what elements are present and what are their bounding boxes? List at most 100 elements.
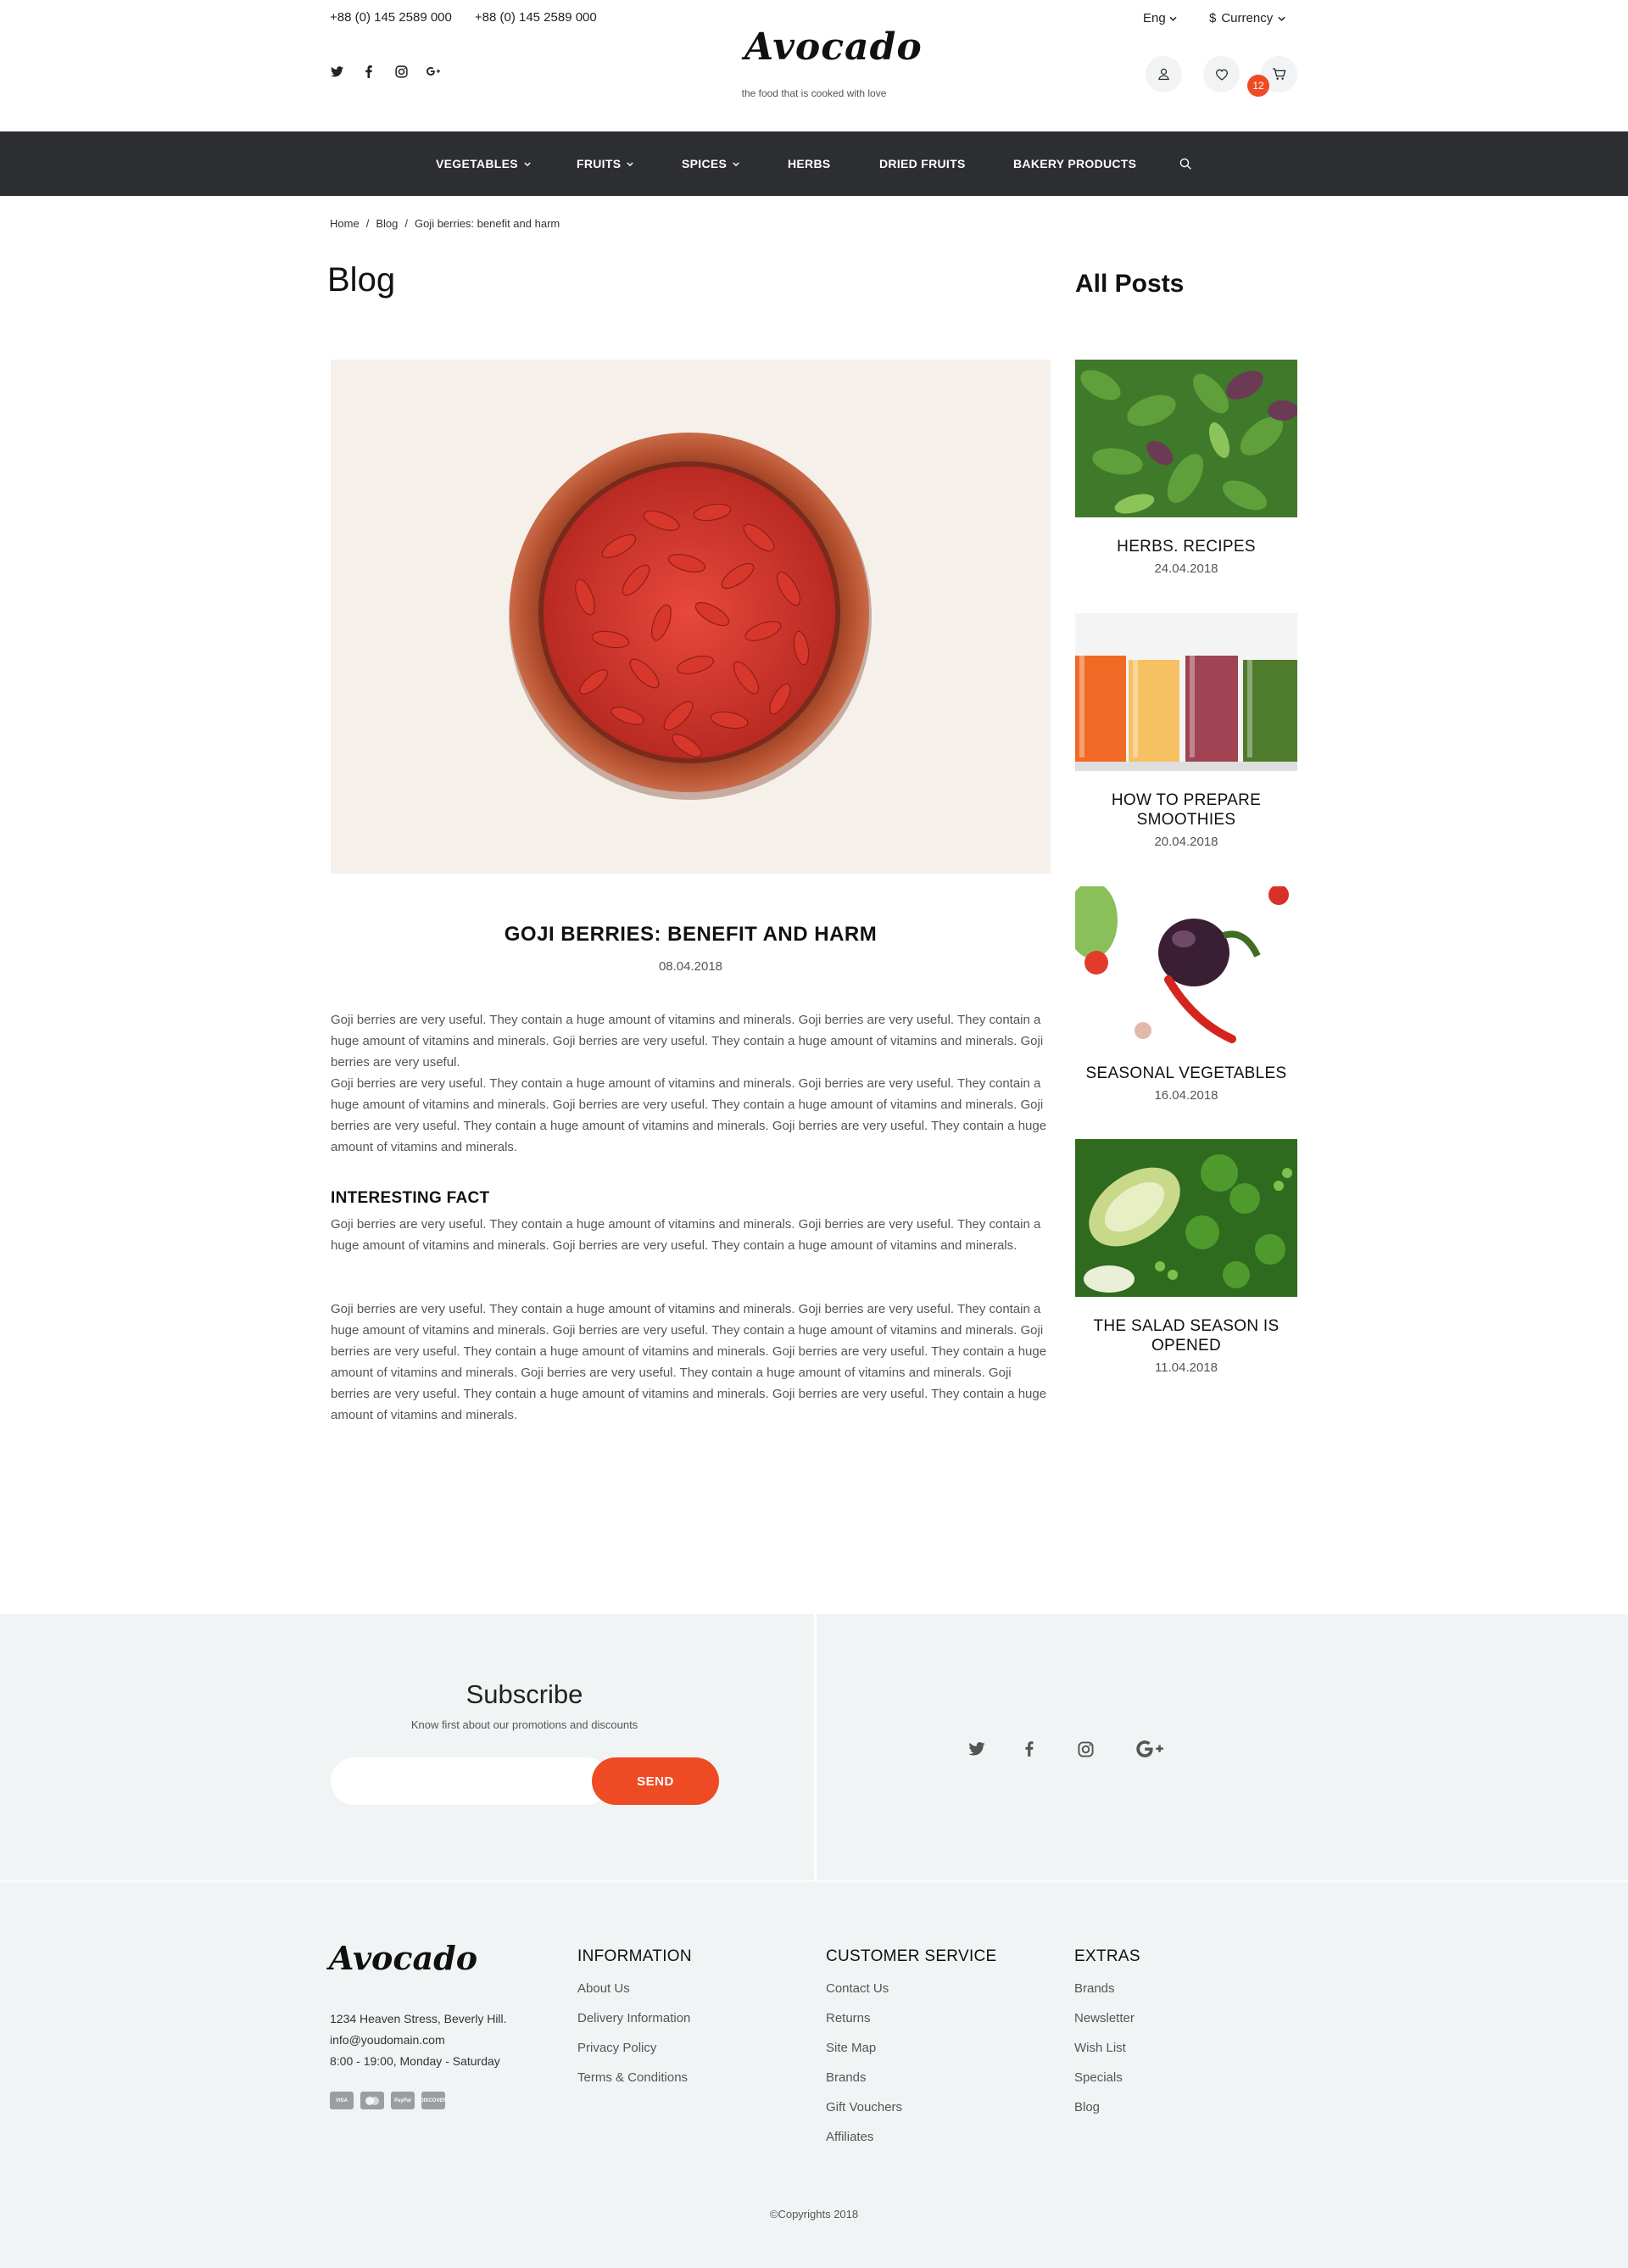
sidebar-title: All Posts — [1075, 270, 1185, 298]
nav-item-herbs[interactable]: HERBS — [788, 131, 831, 196]
sidebar-post[interactable]: HERBS. RECIPES 24.04.2018 — [1075, 360, 1297, 576]
sidebar-post-date: 20.04.2018 — [1154, 835, 1218, 849]
twitter-icon[interactable] — [330, 64, 343, 78]
footer-link[interactable]: Brands — [826, 2070, 867, 2085]
page-title: Blog — [327, 261, 396, 299]
post-paragraph: Goji berries are very useful. They conta… — [331, 1076, 1047, 1154]
sidebar-post[interactable]: THE SALAD SEASON IS OPENED 11.04.2018 — [1075, 1139, 1297, 1375]
nav-item-dried-fruits[interactable]: DRIED FRUITS — [879, 131, 966, 196]
goji-bowl-illustration — [509, 433, 872, 800]
instagram-icon[interactable] — [394, 64, 408, 78]
post-title: GOJI BERRIES: BENEFIT AND HARM — [504, 923, 878, 946]
language-value: Eng — [1143, 11, 1166, 25]
google-plus-icon[interactable] — [1135, 1737, 1165, 1761]
post-date: 08.04.2018 — [658, 959, 723, 974]
breadcrumb-separator: / — [404, 217, 408, 230]
post-paragraph: Goji berries are very useful. They conta… — [331, 1217, 1041, 1253]
footer-column-title: CUSTOMER SERVICE — [826, 1947, 997, 1965]
footer-link[interactable]: Contact Us — [826, 1981, 889, 1996]
breadcrumb-separator: / — [365, 217, 370, 230]
footer-link[interactable]: Terms & Conditions — [577, 2070, 688, 2085]
sidebar-post-date: 16.04.2018 — [1154, 1088, 1218, 1103]
site-tagline: the food that is cooked with love — [741, 87, 887, 99]
footer-link[interactable]: Blog — [1074, 2100, 1100, 2114]
footer-link[interactable]: Gift Vouchers — [826, 2100, 902, 2114]
chevron-down-icon — [1169, 16, 1177, 21]
sidebar-post-title[interactable]: THE SALAD SEASON IS OPENED — [1075, 1316, 1297, 1355]
mastercard-icon — [360, 2092, 384, 2109]
wishlist-button[interactable] — [1203, 56, 1240, 92]
instagram-icon[interactable] — [1073, 1737, 1097, 1761]
subscribe-title: Subscribe — [466, 1679, 583, 1709]
post-thumbnail[interactable] — [1075, 360, 1297, 517]
footer-column-title: INFORMATION — [577, 1947, 692, 1965]
facebook-icon[interactable] — [362, 64, 376, 78]
google-plus-icon[interactable] — [427, 64, 440, 78]
section-divider — [814, 1614, 817, 1880]
account-button[interactable] — [1146, 56, 1182, 92]
sidebar-post[interactable]: HOW TO PREPARE SMOOTHIES 20.04.2018 — [1075, 613, 1297, 849]
site-logo[interactable]: Avocado — [744, 29, 922, 66]
paypal-card-icon: PayPal — [391, 2092, 415, 2109]
header-social-links — [330, 64, 440, 78]
currency-label: Currency — [1221, 11, 1274, 25]
sidebar-post-date: 24.04.2018 — [1154, 561, 1218, 576]
chevron-down-icon — [627, 161, 634, 166]
footer-link[interactable]: Specials — [1074, 2070, 1123, 2085]
sidebar-post-title[interactable]: HOW TO PREPARE SMOOTHIES — [1075, 790, 1297, 830]
sidebar-post-title[interactable]: HERBS. RECIPES — [1075, 537, 1297, 556]
language-selector[interactable]: Eng — [1143, 11, 1177, 25]
breadcrumb-home[interactable]: Home — [330, 217, 360, 230]
payment-cards: VISA PayPal DISCOVER — [330, 2092, 447, 2109]
nav-item-vegetables[interactable]: VEGETABLES — [436, 131, 531, 196]
footer-link[interactable]: Site Map — [826, 2041, 876, 2055]
currency-selector[interactable]: $ Currency — [1209, 11, 1285, 25]
subscribe-email-input[interactable] — [331, 1757, 610, 1805]
post-thumbnail[interactable] — [1075, 886, 1297, 1044]
footer-link[interactable]: Brands — [1074, 1981, 1115, 1996]
subscribe-send-button[interactable]: SEND — [592, 1757, 719, 1805]
footer-logo[interactable]: Avocado — [329, 1942, 477, 1975]
breadcrumb-current: Goji berries: benefit and harm — [414, 217, 560, 230]
post-thumbnail[interactable] — [1075, 1139, 1297, 1297]
cart-icon — [1272, 68, 1286, 81]
footer-email[interactable]: info@youdomain.com — [330, 2033, 445, 2047]
sidebar-post-date: 11.04.2018 — [1155, 1360, 1218, 1375]
phone-number[interactable]: +88 (0) 145 2589 000 — [330, 10, 452, 25]
footer-link[interactable]: Wish List — [1074, 2041, 1126, 2055]
nav-item-label: SPICES — [682, 157, 728, 170]
visa-card-icon: VISA — [330, 2092, 354, 2109]
footer-link[interactable]: Returns — [826, 2011, 871, 2025]
nav-item-bakery-products[interactable]: BAKERY PRODUCTS — [1013, 131, 1136, 196]
nav-item-label: DRIED FRUITS — [879, 157, 966, 170]
copyright-text: ©Copyrights 2018 — [769, 2208, 859, 2221]
breadcrumb: Home / Blog / Goji berries: benefit and … — [330, 217, 560, 230]
nav-item-label: BAKERY PRODUCTS — [1013, 157, 1137, 170]
facebook-icon[interactable] — [1018, 1737, 1041, 1761]
footer-hours: 8:00 - 19:00, Monday - Saturday — [330, 2054, 500, 2068]
post-paragraph: Goji berries are very useful. They conta… — [331, 1013, 1044, 1070]
phone-number[interactable]: +88 (0) 145 2589 000 — [475, 10, 597, 25]
sidebar-post[interactable]: SEASONAL VEGETABLES 16.04.2018 — [1075, 886, 1297, 1103]
footer-link[interactable]: Newsletter — [1074, 2011, 1135, 2025]
chevron-down-icon — [1278, 16, 1285, 21]
footer-link[interactable]: Privacy Policy — [577, 2041, 656, 2055]
fact-heading: INTERESTING FACT — [331, 1189, 490, 1207]
post-hero-image — [331, 360, 1051, 874]
twitter-icon[interactable] — [965, 1737, 989, 1761]
user-icon — [1157, 68, 1170, 81]
nav-item-fruits[interactable]: FRUITS — [577, 131, 634, 196]
heart-icon — [1215, 69, 1229, 81]
nav-search-button[interactable] — [1179, 131, 1191, 196]
footer-link[interactable]: Affiliates — [826, 2130, 873, 2144]
footer-link[interactable]: Delivery Information — [577, 2011, 690, 2025]
breadcrumb-blog[interactable]: Blog — [376, 217, 398, 230]
nav-item-spices[interactable]: SPICES — [682, 131, 739, 196]
phone-numbers: +88 (0) 145 2589 000 +88 (0) 145 2589 00… — [330, 10, 597, 25]
footer-link[interactable]: About Us — [577, 1981, 630, 1996]
chevron-down-icon — [733, 161, 739, 166]
currency-symbol: $ — [1209, 11, 1217, 25]
sidebar-post-title[interactable]: SEASONAL VEGETABLES — [1075, 1064, 1297, 1083]
nav-item-label: FRUITS — [577, 157, 622, 170]
post-thumbnail[interactable] — [1075, 613, 1297, 771]
